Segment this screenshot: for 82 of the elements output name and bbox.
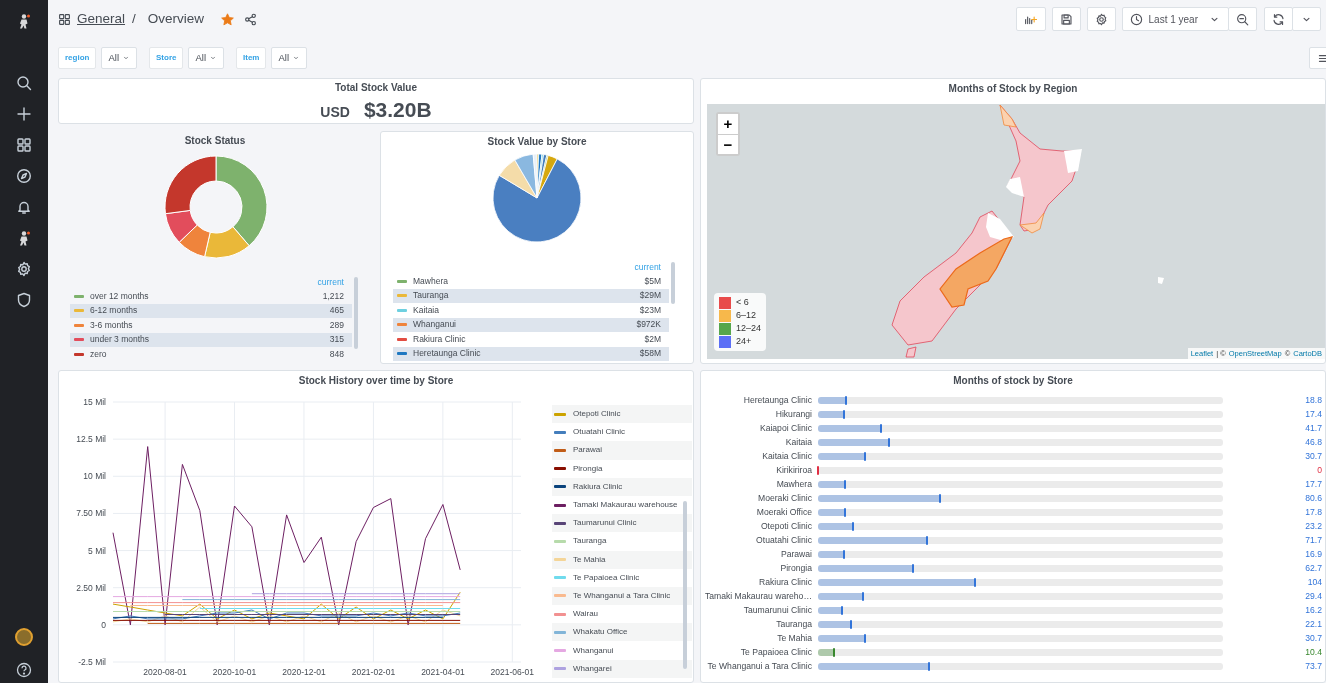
axis-tick-label: 0 (101, 619, 106, 630)
panel-title: Months of stock by Store (952, 374, 1074, 388)
bar-label: Mawhera (775, 477, 812, 491)
bar-value: 80.6 (1304, 491, 1322, 505)
bar-value: 16.2 (1304, 603, 1322, 617)
legend-value: 465 (329, 304, 344, 318)
axis-tick-label: 10 Mil (83, 471, 106, 482)
bar-value: 16.9 (1304, 547, 1322, 561)
bar-value: 17.4 (1304, 407, 1322, 421)
legend-label: 6–12 (736, 308, 757, 322)
bar-label: Heretaunga Clinic (742, 393, 812, 407)
bar-value: 17.8 (1304, 505, 1322, 519)
legend-label: 24+ (736, 334, 752, 348)
legend-value: $23M (639, 303, 661, 317)
bar-value: 18.8 (1304, 393, 1322, 407)
bar-label: Kaiapoi Clinic (758, 421, 812, 435)
bar-value: 71.7 (1304, 533, 1322, 547)
axis-tick-label: 2021-04-01 (421, 667, 465, 677)
breadcrumb-separator: / (132, 9, 136, 28)
axis-tick-label: 2020-08-01 (143, 667, 187, 677)
axis-tick-label: 15 Mil (83, 397, 106, 407)
currency-prefix: USD (320, 103, 350, 122)
legend-label: 12–24 (736, 321, 762, 335)
dashboard-title: Overview (147, 9, 205, 28)
legend-value: $58M (639, 347, 661, 361)
legend-value: 315 (329, 333, 344, 347)
legend-value: 289 (329, 318, 344, 332)
legend-value: $2M (644, 332, 661, 346)
bar-label: Moeraki Office (755, 505, 812, 519)
bar-value: 30.7 (1304, 631, 1322, 645)
panel-title: Months of Stock by Region (947, 82, 1079, 96)
bar-label: Kaitaia (784, 435, 812, 449)
panel-title: Stock Value by Store (486, 135, 588, 149)
bar-value: 0 (1316, 463, 1322, 477)
axis-tick-label: 12.5 Mil (76, 434, 106, 445)
legend-label: < 6 (736, 295, 749, 309)
bar-value: 17.7 (1304, 477, 1322, 491)
variable-label: Store (149, 47, 184, 69)
variable-label: region (58, 47, 97, 69)
bar-value: 30.7 (1304, 449, 1322, 463)
panel-title: Total Stock Value (333, 81, 419, 95)
bar-value: 73.7 (1304, 659, 1322, 673)
legend-value: $972K (636, 318, 661, 332)
bar-label: Moeraki Clinic (757, 491, 812, 505)
bar-value: 22.1 (1304, 617, 1322, 631)
axis-tick-label: 2021-06-01 (490, 667, 535, 677)
bar-label: Te Papaioea Clinic (739, 645, 812, 659)
bar-value: 23.2 (1304, 519, 1322, 533)
axis-tick-label: 2020-10-01 (212, 667, 257, 677)
legend-value: 848 (329, 347, 344, 361)
bar-label: Parawai (779, 547, 812, 561)
bar-label: Kirikiriroa (775, 463, 812, 477)
axis-tick-label: 2021-02-01 (351, 667, 396, 677)
panel-title: Stock History over time by Store (297, 374, 455, 388)
stat-value: $3.20B (363, 97, 432, 123)
axis-tick-label: 7.50 Mil (76, 508, 106, 519)
axis-tick-label: 5 Mil (88, 545, 106, 556)
bar-label: Otuatahi Clinic (755, 533, 812, 547)
legend-value: 1,212 (322, 289, 344, 303)
bar-label: Otepoti Clinic (759, 519, 812, 533)
axis-tick-label: 2.50 Mil (76, 582, 106, 593)
legend-value: $29M (639, 289, 661, 303)
bar-value: 46.8 (1304, 435, 1322, 449)
bar-value: 41.7 (1304, 421, 1322, 435)
bar-value: 10.4 (1304, 645, 1322, 659)
bar-value: 104 (1306, 575, 1322, 589)
axis-tick-label: 2020-12-01 (282, 667, 326, 677)
bar-label: Te Whanganui a Tara Clinic (706, 659, 812, 673)
panel-title: Stock Status (183, 134, 247, 148)
bar-label: Kaitaia Clinic (761, 449, 812, 463)
bar-label: Rakiura Clinic (758, 575, 812, 589)
bar-label: Hikurangi (774, 407, 812, 421)
bar-value: 62.7 (1304, 561, 1322, 575)
variable-label: Item (236, 47, 267, 69)
bar-label: Tauranga (775, 617, 812, 631)
axis-tick-label: -2.5 Mil (78, 657, 106, 667)
bar-label: Pirongia (779, 561, 812, 575)
bar-label: Te Mahia (776, 631, 812, 645)
legend-value: $5M (644, 274, 661, 288)
bar-label: Tamaki Makaurau wareho… (704, 589, 812, 603)
bar-label: Taumarunui Clinic (742, 603, 812, 617)
bar-value: 29.4 (1304, 589, 1322, 603)
